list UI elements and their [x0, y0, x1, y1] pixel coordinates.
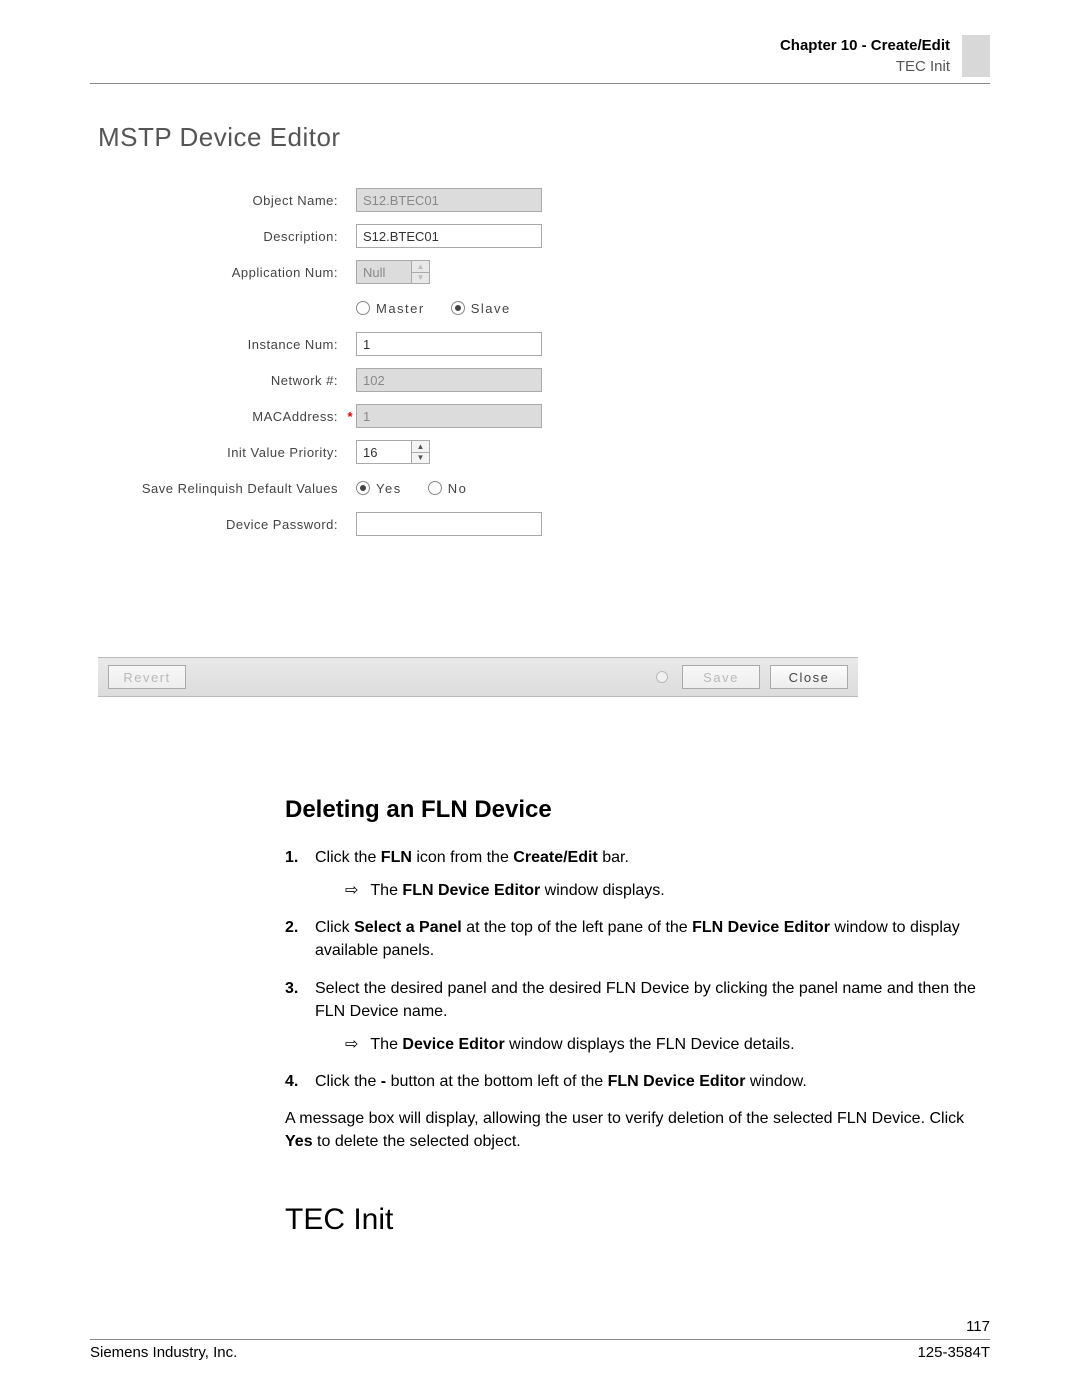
closing-paragraph: A message box will display, allowing the… [285, 1107, 985, 1153]
radio-no-label: No [448, 481, 468, 496]
init-priority-spinner[interactable]: 16 ▲▼ [356, 440, 430, 464]
document-body: Deleting an FLN Device 1. Click the FLN … [285, 793, 985, 1241]
page-header: Chapter 10 - Create/Edit TEC Init [90, 35, 990, 77]
app-num-spinner: Null ▲▼ [356, 260, 430, 284]
page-number: 117 [90, 1318, 990, 1335]
radio-no[interactable]: No [428, 481, 468, 496]
close-button[interactable]: Close [770, 665, 848, 689]
header-section: TEC Init [780, 56, 950, 77]
footer-docid: 125-3584T [917, 1344, 990, 1361]
radio-master[interactable]: Master [356, 301, 425, 316]
heading-tec-init: TEC Init [285, 1198, 985, 1242]
spinner-down-icon[interactable]: ▼ [412, 453, 429, 464]
spinner-up-icon: ▲ [412, 261, 429, 273]
device-password-field[interactable] [356, 512, 542, 536]
label-network: Network #: [98, 373, 344, 388]
label-instance-num: Instance Num: [98, 337, 344, 352]
label-device-password: Device Password: [98, 517, 344, 532]
radio-slave-label: Slave [471, 301, 511, 316]
radio-yes[interactable]: Yes [356, 481, 402, 496]
instance-num-field[interactable]: 1 [356, 332, 542, 356]
radio-yes-label: Yes [376, 481, 402, 496]
revert-button[interactable]: Revert [108, 665, 186, 689]
step-2: 2. Click Select a Panel at the top of th… [285, 916, 985, 962]
label-object-name: Object Name: [98, 193, 344, 208]
label-save-relinquish: Save Relinquish Default Values [98, 481, 344, 496]
label-description: Description: [98, 229, 344, 244]
editor-footer-bar: Revert Save Close [98, 657, 858, 697]
header-rule [90, 83, 990, 84]
mac-field: 1 [356, 404, 542, 428]
result-arrow-icon: ⇨ [345, 1033, 358, 1056]
mstp-device-editor-screenshot: MSTP Device Editor Object Name: S12.BTEC… [98, 122, 858, 697]
label-mac: MACAddress: [98, 409, 344, 424]
editor-title: MSTP Device Editor [98, 122, 858, 153]
object-name-field: S12.BTEC01 [356, 188, 542, 212]
label-init-priority: Init Value Priority: [98, 445, 344, 460]
radio-master-label: Master [376, 301, 425, 316]
result-arrow-icon: ⇨ [345, 879, 358, 902]
label-app-num: Application Num: [98, 265, 344, 280]
init-priority-value[interactable]: 16 [356, 440, 412, 464]
step-3: 3. Select the desired panel and the desi… [285, 977, 985, 1057]
heading-deleting-fln: Deleting an FLN Device [285, 793, 985, 828]
header-marker-box [962, 35, 990, 77]
network-field: 102 [356, 368, 542, 392]
spinner-down-icon: ▼ [412, 273, 429, 284]
step-1: 1. Click the FLN icon from the Create/Ed… [285, 846, 985, 902]
save-button[interactable]: Save [682, 665, 760, 689]
header-chapter: Chapter 10 - Create/Edit [780, 35, 950, 56]
footer-company: Siemens Industry, Inc. [90, 1344, 237, 1361]
radio-slave[interactable]: Slave [451, 301, 511, 316]
spinner-up-icon[interactable]: ▲ [412, 441, 429, 453]
app-num-value: Null [356, 260, 412, 284]
description-field[interactable]: S12.BTEC01 [356, 224, 542, 248]
page-footer: 117 Siemens Industry, Inc. 125-3584T [90, 1318, 990, 1361]
status-indicator-icon [656, 671, 668, 683]
step-4: 4. Click the - button at the bottom left… [285, 1070, 985, 1093]
required-asterisk: * [344, 409, 356, 424]
